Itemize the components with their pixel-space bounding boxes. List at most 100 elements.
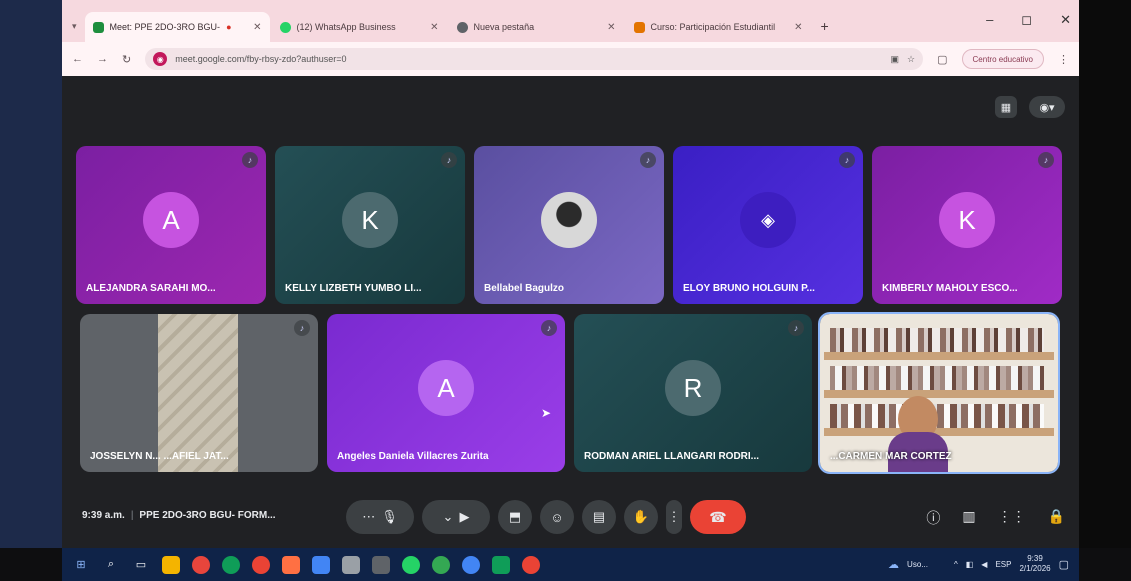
participant-tile[interactable]: ♪ R RODMAN ARIEL LLANGARI RODRI... xyxy=(574,314,812,472)
close-window-button[interactable]: ✕ xyxy=(1060,12,1071,28)
store-icon[interactable] xyxy=(312,555,330,574)
edge-icon[interactable] xyxy=(222,555,240,574)
meet-top-controls: ▦ ◉▾ xyxy=(995,96,1065,118)
more-video-options-icon[interactable]: ⌄ xyxy=(443,509,454,525)
participant-tile[interactable]: ♪ ◈ ELOY BRUNO HOLGUIN P... xyxy=(673,146,863,304)
mic-muted-icon: ♪ xyxy=(242,152,258,168)
site-info-icon[interactable]: ◉ xyxy=(153,52,168,66)
participant-name: ALEJANDRA SARAHI MO... xyxy=(86,283,216,294)
mic-muted-icon: ♪ xyxy=(294,320,310,336)
chrome-favicon-icon xyxy=(456,21,468,33)
tab-search-icon[interactable]: ▾ xyxy=(72,21,77,32)
network-icon[interactable]: ◧ xyxy=(966,560,974,569)
meeting-time: 9:39 a.m. xyxy=(82,510,125,521)
maximize-button[interactable]: ◻ xyxy=(1021,12,1032,28)
camera-button[interactable]: ⌄ ▶ xyxy=(422,500,490,534)
forward-icon[interactable]: → xyxy=(97,53,108,65)
app-icon[interactable] xyxy=(282,555,300,574)
participant-name: RODMAN ARIEL LLANGARI RODRI... xyxy=(584,451,759,462)
app-icon[interactable] xyxy=(192,555,210,574)
captions-button[interactable]: ▤ xyxy=(582,500,616,534)
more-options-button[interactable]: ⋮ xyxy=(666,500,682,534)
mic-muted-icon: ♪ xyxy=(441,152,457,168)
back-icon[interactable]: ← xyxy=(72,53,83,65)
address-bar[interactable]: ◉ meet.google.com/fby-rbsy-zdo?authuser=… xyxy=(145,48,924,70)
chrome-profile-icon[interactable] xyxy=(432,555,450,574)
address-toolbar: ← → ↻ ◉ meet.google.com/fby-rbsy-zdo?aut… xyxy=(62,42,1079,76)
chat-icon[interactable]: ▥ xyxy=(962,508,975,528)
raise-hand-icon: ✋ xyxy=(632,509,650,524)
language-indicator[interactable]: ESP xyxy=(995,560,1011,569)
reload-icon[interactable]: ↻ xyxy=(122,53,131,66)
more-audio-options-icon[interactable]: ⋯ xyxy=(362,509,375,525)
tray-arrow-icon[interactable]: ^ xyxy=(954,560,958,569)
present-button[interactable]: ⬒ xyxy=(498,500,532,534)
app-icon[interactable] xyxy=(342,555,360,574)
layout-icon[interactable]: ▦ xyxy=(995,96,1017,118)
new-tab-button[interactable]: + xyxy=(821,18,829,34)
profile-button[interactable]: Centro educativo xyxy=(961,49,1044,69)
whatsapp-icon[interactable] xyxy=(402,555,420,574)
host-controls-icon[interactable]: 🔒 xyxy=(1048,508,1065,528)
close-tab-icon[interactable]: ✕ xyxy=(430,22,438,33)
avatar: K xyxy=(939,192,995,248)
books xyxy=(830,366,1044,390)
camera-icon[interactable]: ▶ xyxy=(459,509,469,525)
participant-tile-active-speaker[interactable]: ...CARMEN MAR CORTEZ xyxy=(818,312,1060,474)
participant-tile[interactable]: ♪ Bellabel Bagulzo xyxy=(474,146,664,304)
activities-icon[interactable]: ⋮⋮ xyxy=(998,508,1026,528)
app-icon[interactable] xyxy=(462,555,480,574)
tab-whatsapp[interactable]: (12) WhatsApp Business ✕ xyxy=(272,12,447,42)
mic-muted-icon: ♪ xyxy=(839,152,855,168)
tab-bar: ▾ Meet: PPE 2DO-3RO BGU- ● ✕ (12) WhatsA… xyxy=(62,0,1079,42)
avatar-photo xyxy=(541,192,597,248)
meeting-name: PPE 2DO-3RO BGU- FORM... xyxy=(139,510,276,521)
microphone-button[interactable]: ⋯ 🎙 xyxy=(346,500,414,534)
participant-tile[interactable]: ♪ K KELLY LIZBETH YUMBO LI... xyxy=(275,146,465,304)
avatar: A xyxy=(143,192,199,248)
file-explorer-icon[interactable] xyxy=(162,555,180,574)
tab-new-tab[interactable]: Nueva pestaña ✕ xyxy=(449,12,624,42)
app-icon[interactable] xyxy=(372,555,390,574)
participant-tile[interactable]: ♪ JOSSELYN N... ...AFIEL JAT... xyxy=(80,314,318,472)
url-text[interactable]: meet.google.com/fby-rbsy-zdo?authuser=0 xyxy=(175,54,346,64)
task-view-icon[interactable]: ▭ xyxy=(132,556,150,574)
participant-tile[interactable]: ♪ K KIMBERLY MAHOLY ESCO... xyxy=(872,146,1062,304)
emoji-icon: ☺ xyxy=(550,509,564,525)
participant-tile[interactable]: ♪ A ALEJANDRA SARAHI MO... xyxy=(76,146,266,304)
bookshelf xyxy=(824,352,1054,360)
microphone-icon[interactable]: 🎙 xyxy=(381,509,398,525)
chrome-icon[interactable] xyxy=(252,555,270,574)
tab-course[interactable]: Curso: Participación Estudiantil ✕ xyxy=(626,12,811,42)
app-icon[interactable] xyxy=(522,555,540,574)
app-icon[interactable] xyxy=(492,555,510,574)
system-tray: ☁ Uso... ^ ◧ ◀ ESP 9:39 2/1/2026 ▢ xyxy=(888,554,1069,574)
meeting-info: 9:39 a.m. | PPE 2DO-3RO BGU- FORM... xyxy=(82,510,276,521)
weather-icon[interactable]: ☁ xyxy=(888,558,899,571)
notifications-icon[interactable]: ▢ xyxy=(1059,558,1069,571)
bookmark-star-icon[interactable]: ☆ xyxy=(907,54,915,65)
meeting-details-icon[interactable]: ⓘ xyxy=(926,508,940,528)
search-icon[interactable]: ⌕ xyxy=(102,556,120,574)
more-options-icon: ⋮ xyxy=(667,509,681,524)
participant-tile[interactable]: ♪ A ➤ Angeles Daniela Villacres Zurita xyxy=(327,314,565,472)
close-tab-icon[interactable]: ✕ xyxy=(607,22,615,33)
participant-options-icon[interactable]: ◉▾ xyxy=(1029,96,1065,118)
camera-permission-icon[interactable]: ▣ xyxy=(891,54,900,65)
minimize-button[interactable]: – xyxy=(986,12,993,28)
start-icon[interactable]: ⊞ xyxy=(72,556,90,574)
end-call-button[interactable]: ☎ xyxy=(690,500,746,534)
raise-hand-button[interactable]: ✋ xyxy=(624,500,658,534)
emoji-button[interactable]: ☺ xyxy=(540,500,574,534)
avatar-logo: ◈ xyxy=(740,192,796,248)
menu-icon[interactable]: ⋮ xyxy=(1058,53,1069,66)
mic-muted-icon: ♪ xyxy=(788,320,804,336)
weather-text[interactable]: Uso... xyxy=(907,560,928,569)
extensions-icon[interactable]: ▢ xyxy=(937,53,947,66)
volume-icon[interactable]: ◀ xyxy=(981,560,987,569)
clock[interactable]: 9:39 2/1/2026 xyxy=(1019,554,1050,574)
camera-video xyxy=(158,314,238,472)
tab-meet[interactable]: Meet: PPE 2DO-3RO BGU- ● ✕ xyxy=(84,12,270,42)
close-tab-icon[interactable]: ✕ xyxy=(794,22,802,33)
close-tab-icon[interactable]: ✕ xyxy=(253,22,261,33)
